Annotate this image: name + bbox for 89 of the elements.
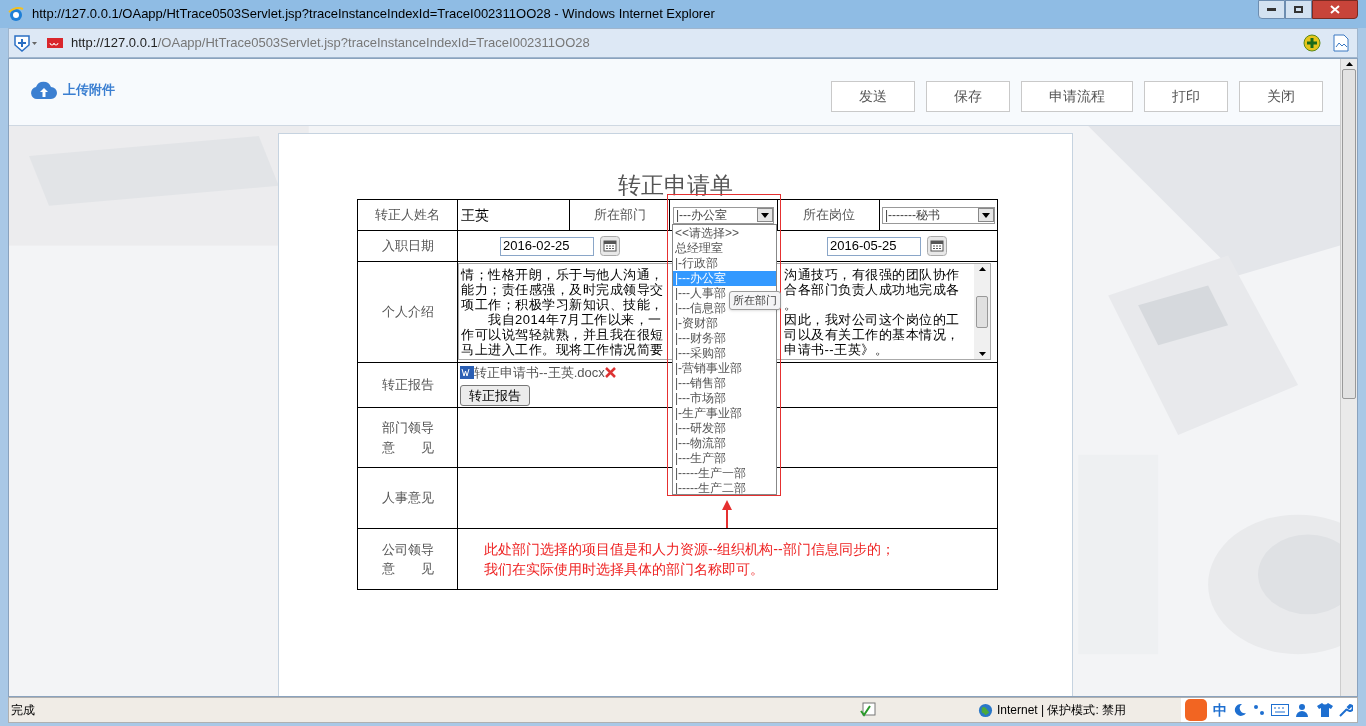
intro-text: 因此，我对公司这个岗位的工 <box>784 312 960 327</box>
maximize-button[interactable] <box>1285 0 1312 19</box>
moon-icon[interactable] <box>1233 703 1247 717</box>
dropdown-option[interactable]: |---财务部 <box>673 331 776 346</box>
toolbar-button[interactable]: 保存 <box>926 81 1010 112</box>
minimize-button[interactable] <box>1258 0 1285 19</box>
keyboard-icon[interactable] <box>1271 704 1289 716</box>
address-host: http://127.0.0.1 <box>71 34 158 53</box>
site-logo-icon <box>47 38 63 48</box>
scroll-down-icon[interactable] <box>978 352 986 356</box>
calendar-icon[interactable] <box>927 236 947 256</box>
intro-text: 我自2014年7月工作以来，一 <box>487 312 662 327</box>
table-cell: 所在部门 <box>569 199 670 231</box>
intro-text: 合各部门负责人成功地完成各 <box>784 282 960 297</box>
shirt-icon[interactable] <box>1317 703 1333 717</box>
toolbar-button[interactable]: 发送 <box>831 81 915 112</box>
maximize-icon <box>1294 6 1303 13</box>
dropdown-option[interactable]: |-资财部 <box>673 316 776 331</box>
dropdown-option[interactable]: |---生产部 <box>673 451 776 466</box>
intro-text: 沟通技巧，有很强的团队协作 <box>784 267 960 282</box>
department-select[interactable]: |---办公室 <box>673 206 774 224</box>
browser-logo-icon <box>8 6 24 22</box>
scroll-up-icon[interactable] <box>1345 62 1353 66</box>
table-cell: 所在岗位 <box>777 199 880 231</box>
toolbar-button[interactable]: 申请流程 <box>1021 81 1133 112</box>
start-date-field[interactable]: 2016-02-25 <box>500 236 594 256</box>
intro-text: 项工作；积极学习新知识、技能， <box>461 297 664 312</box>
report-button[interactable]: 转正报告 <box>460 384 530 406</box>
globe-icon <box>978 702 993 718</box>
calendar-icon[interactable] <box>600 236 620 256</box>
toolbar-button[interactable]: 打印 <box>1144 81 1228 112</box>
intro-text: 司以及有关工作的基本情况， <box>784 327 960 342</box>
table-cell-text: 意 见 <box>381 560 434 578</box>
intro-text: 作可以说驾轻就熟，并且我在很短 <box>461 327 664 342</box>
annotation-note: 此处部门选择的项目值是和人力资源--组织机构--部门信息同步的； <box>484 540 896 559</box>
intro-text: 情；性格开朗，乐于与他人沟通， <box>461 267 664 282</box>
form-title: 转正申请单 <box>617 171 734 199</box>
dropdown-option[interactable]: |-生产事业部 <box>673 406 776 421</box>
tooltip: 所在部门 <box>729 291 781 310</box>
address-path: /OAapp/HtTrace0503Servlet.jsp?traceInstanceIndexId=TraceI002311OO28 <box>157 34 590 53</box>
dropdown-option[interactable]: |-----生产二部 <box>673 481 776 494</box>
toolbar-button[interactable]: 关闭 <box>1239 81 1323 112</box>
user-icon[interactable] <box>1295 703 1311 717</box>
intro-text: 。 <box>784 297 798 312</box>
dropdown-option[interactable]: 总经理室 <box>673 241 776 256</box>
upload-link[interactable]: 上传附件 <box>63 80 115 100</box>
page-check-icon <box>860 702 876 718</box>
dropdown-option[interactable]: |---市场部 <box>673 391 776 406</box>
dropdown-option[interactable]: <<请选择>> <box>673 226 776 241</box>
dropdown-option[interactable]: |---研发部 <box>673 421 776 436</box>
scrollbar[interactable] <box>974 264 990 359</box>
annotation-note: 我们在实际使用时选择具体的部门名称即可。 <box>484 560 765 579</box>
intro-text: 申请书--王英》。 <box>784 342 889 357</box>
dropdown-option[interactable]: |---销售部 <box>673 376 776 391</box>
dropdown-option[interactable]: |-----生产一部 <box>673 466 776 481</box>
table-cell: 入职日期 <box>357 230 458 262</box>
wrench-icon[interactable] <box>1339 703 1353 717</box>
close-button[interactable] <box>1312 0 1358 19</box>
scrollbar[interactable] <box>1340 59 1357 696</box>
table-cell-text: 意 见 <box>381 438 434 457</box>
table-cell: 人事意见 <box>357 467 458 529</box>
input-mode[interactable]: 中 <box>1213 699 1227 721</box>
cloud-upload-icon[interactable] <box>31 80 57 99</box>
table-cell-text: 公司领导 <box>381 540 434 559</box>
close-icon <box>1330 5 1340 14</box>
add-icon[interactable] <box>1303 34 1321 52</box>
pointer-arrow <box>722 500 732 528</box>
table-cell: 个人介绍 <box>357 261 458 363</box>
scroll-up-icon[interactable] <box>978 267 986 271</box>
shield-plus-icon[interactable] <box>13 33 39 53</box>
dropdown-option[interactable]: |---采购部 <box>673 346 776 361</box>
delete-icon[interactable] <box>604 367 616 379</box>
intro-text: 马上进入工作。现将工作情况简要 <box>461 342 664 357</box>
table-cell: 王英 <box>457 199 570 231</box>
window-title: http://127.0.0.1/OAapp/HtTrace0503Servlet.jsp?traceInstanceIndexId=TraceI002311OO28 - Windows Internet Explorer <box>32 5 715 24</box>
table-cell-text: 部门领导 <box>381 419 434 437</box>
page-image-icon[interactable] <box>1333 34 1349 52</box>
minimize-icon <box>1267 8 1276 11</box>
table-cell: 转正报告 <box>357 362 458 408</box>
security-zone: Internet | 保护模式: 禁用 <box>997 702 1127 719</box>
dropdown-option[interactable]: |---物流部 <box>673 436 776 451</box>
status-text: 完成 <box>10 702 36 719</box>
attachment-name[interactable]: 转正申请书--王英.docx <box>474 363 605 383</box>
end-date-field[interactable]: 2016-05-25 <box>827 236 921 256</box>
intro-text: 能力；责任感强，及时完成领导交 <box>461 282 664 297</box>
position-select[interactable]: |-------秘书 <box>882 206 995 224</box>
word-document-icon <box>460 366 474 380</box>
dropdown-option[interactable]: |-营销事业部 <box>673 361 776 376</box>
table-cell: 转正人姓名 <box>357 199 458 231</box>
